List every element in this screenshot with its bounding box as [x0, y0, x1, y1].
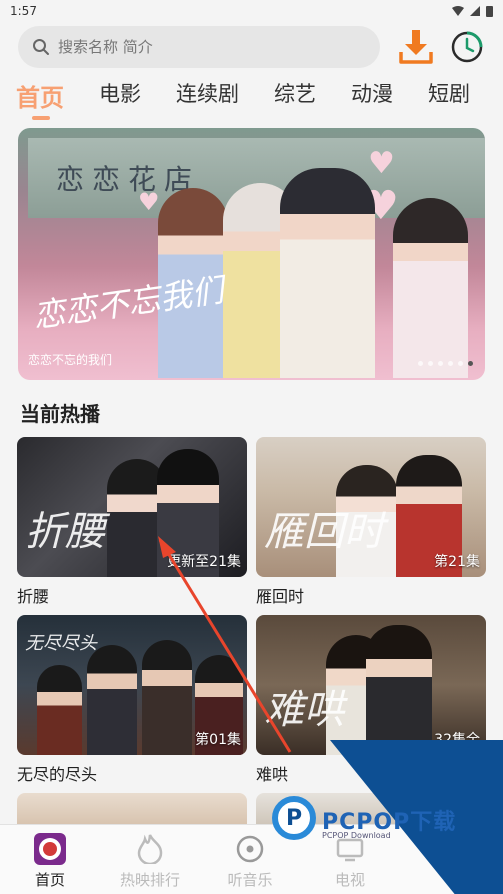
poster-title-art: 无尽尽头	[25, 633, 97, 654]
section-title: 当前热播	[20, 402, 100, 426]
nav-tv-label: 电视	[334, 871, 365, 889]
flame-icon	[134, 833, 166, 865]
show-title: 雁回时	[256, 587, 305, 606]
show-card[interactable]: 折腰 更新至21集 折腰	[17, 437, 247, 607]
tab-movies[interactable]: 电影	[99, 78, 141, 108]
music-disc-icon	[234, 833, 266, 865]
nav-home-label: 首页	[34, 871, 65, 889]
pagination-dot[interactable]	[428, 361, 433, 366]
watermark-logo-icon: P	[272, 796, 316, 840]
tab-anime[interactable]: 动漫	[351, 78, 393, 108]
poster-title-art: 折腰	[25, 509, 105, 555]
tab-variety[interactable]: 综艺	[274, 78, 316, 108]
cast-member	[87, 645, 137, 755]
banner-caption: 恋恋不忘的我们	[28, 353, 113, 367]
status-icons	[452, 5, 493, 17]
cast-member	[37, 665, 82, 755]
status-time: 1:57	[10, 4, 37, 18]
episode-badge: 第21集	[434, 554, 480, 570]
category-tabs: 首页 电影 连续剧 综艺 动漫 短剧	[16, 78, 496, 122]
tab-home[interactable]: 首页	[16, 78, 64, 120]
pagination-dot-active[interactable]	[468, 361, 473, 366]
nav-trending-label: 热映排行	[119, 871, 180, 889]
episode-badge: 更新至21集	[167, 554, 241, 570]
tab-series[interactable]: 连续剧	[176, 78, 239, 108]
banner-pagination	[418, 361, 473, 366]
cast-member	[366, 625, 432, 755]
show-poster: 无尽尽头 第01集	[17, 615, 247, 755]
show-poster	[17, 793, 247, 824]
status-bar: 1:57	[0, 0, 503, 22]
show-poster: 雁回时 第21集	[256, 437, 486, 577]
pagination-dot[interactable]	[438, 361, 443, 366]
wifi-icon	[452, 6, 464, 16]
show-title: 折腰	[17, 587, 50, 606]
heart-icon: ♥	[368, 146, 395, 181]
search-icon	[33, 39, 49, 55]
pagination-dot[interactable]	[458, 361, 463, 366]
search-bar[interactable]	[18, 26, 380, 68]
show-card[interactable]: 雁回时 第21集 雁回时	[256, 437, 486, 607]
show-title: 无尽的尽头	[17, 765, 98, 784]
nav-trending[interactable]: 热映排行	[100, 825, 200, 894]
nav-home[interactable]: 首页	[0, 825, 100, 894]
signal-icon	[470, 6, 480, 16]
poster-title-art: 雁回时	[264, 509, 384, 555]
poster-title-art: 难哄	[264, 687, 344, 733]
tab-short-drama[interactable]: 短剧	[428, 78, 470, 108]
history-clock-icon[interactable]	[450, 30, 484, 64]
top-bar	[18, 26, 488, 68]
nav-music-label: 听音乐	[227, 871, 273, 889]
show-card[interactable]: 无尽尽头 第01集 无尽的尽头	[17, 615, 247, 785]
episode-badge: 第01集	[195, 732, 241, 748]
watermark-subtext: PCPOP Download	[322, 831, 391, 840]
app-logo-icon	[34, 833, 66, 865]
hero-banner[interactable]: 恋恋花店 ♥ ♥ ♥ 恋恋不忘我们 恋恋不忘的我们	[18, 128, 485, 380]
pagination-dot[interactable]	[448, 361, 453, 366]
show-poster: 难哄 32集全	[256, 615, 486, 755]
search-input[interactable]	[58, 38, 358, 56]
cast-member	[393, 198, 468, 378]
pagination-dot[interactable]	[418, 361, 423, 366]
heart-icon: ♥	[138, 188, 160, 216]
cast-member	[280, 168, 375, 378]
download-icon[interactable]	[398, 28, 434, 66]
cast-member	[142, 640, 192, 755]
battery-icon	[486, 6, 493, 17]
show-poster: 折腰 更新至21集	[17, 437, 247, 577]
show-card[interactable]	[17, 793, 247, 824]
